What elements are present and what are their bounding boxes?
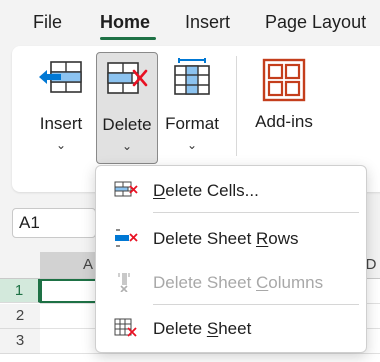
name-box[interactable]: A1 bbox=[12, 208, 96, 238]
delete-sheet-columns-icon bbox=[114, 272, 138, 293]
add-ins-icon bbox=[262, 58, 306, 107]
chevron-down-icon: ⌄ bbox=[55, 138, 67, 152]
menu-divider bbox=[153, 304, 359, 305]
menu-item-label: Delete Sheet Rows bbox=[153, 229, 299, 248]
insert-button-label: Insert bbox=[39, 114, 83, 133]
format-button[interactable]: Format ⌄ bbox=[160, 52, 224, 164]
menu-item-label: Delete Cells... bbox=[153, 181, 259, 200]
row-header-2[interactable]: 2 bbox=[0, 304, 40, 329]
format-cells-icon bbox=[169, 58, 215, 103]
insert-button[interactable]: Insert ⌄ bbox=[26, 52, 96, 164]
menu-divider bbox=[153, 212, 359, 213]
delete-dropdown-menu: Delete Cells... Delete Sheet Rows Delete… bbox=[95, 165, 367, 353]
delete-button[interactable]: Delete ⌄ bbox=[96, 52, 158, 164]
add-ins-button[interactable]: Add-ins bbox=[246, 52, 322, 164]
menu-item-delete-sheet[interactable]: Delete Sheet bbox=[96, 308, 366, 348]
tab-file[interactable]: File bbox=[33, 12, 62, 33]
tab-page-layout[interactable]: Page Layout bbox=[265, 12, 366, 33]
ribbon-group-divider bbox=[236, 56, 237, 156]
menu-item-label: Delete Sheet Columns bbox=[153, 273, 324, 292]
menu-item-label: Delete Sheet bbox=[153, 319, 252, 338]
format-button-label: Format bbox=[165, 114, 219, 133]
insert-cells-icon bbox=[37, 58, 85, 103]
tab-insert[interactable]: Insert bbox=[185, 12, 230, 33]
delete-button-label: Delete bbox=[102, 115, 152, 134]
delete-cells-icon bbox=[104, 59, 150, 104]
tab-home[interactable]: Home bbox=[100, 12, 150, 33]
active-tab-indicator bbox=[100, 37, 156, 40]
ribbon-tab-bar: File Home Insert Page Layout bbox=[0, 0, 380, 46]
add-ins-button-label: Add-ins bbox=[255, 112, 313, 131]
menu-item-delete-sheet-columns[interactable]: Delete Sheet Columns bbox=[96, 262, 366, 302]
delete-cells-menu-icon bbox=[114, 180, 138, 200]
delete-sheet-rows-icon bbox=[114, 228, 138, 248]
delete-sheet-icon bbox=[114, 318, 138, 338]
chevron-down-icon: ⌄ bbox=[121, 139, 133, 153]
chevron-down-icon: ⌄ bbox=[186, 138, 198, 152]
menu-item-delete-cells[interactable]: Delete Cells... bbox=[96, 170, 366, 210]
row-header-1[interactable]: 1 bbox=[0, 279, 40, 303]
menu-item-delete-sheet-rows[interactable]: Delete Sheet Rows bbox=[96, 218, 366, 258]
row-header-3[interactable]: 3 bbox=[0, 329, 40, 354]
select-all-corner[interactable] bbox=[0, 252, 40, 278]
active-cell-a1[interactable] bbox=[40, 279, 98, 303]
